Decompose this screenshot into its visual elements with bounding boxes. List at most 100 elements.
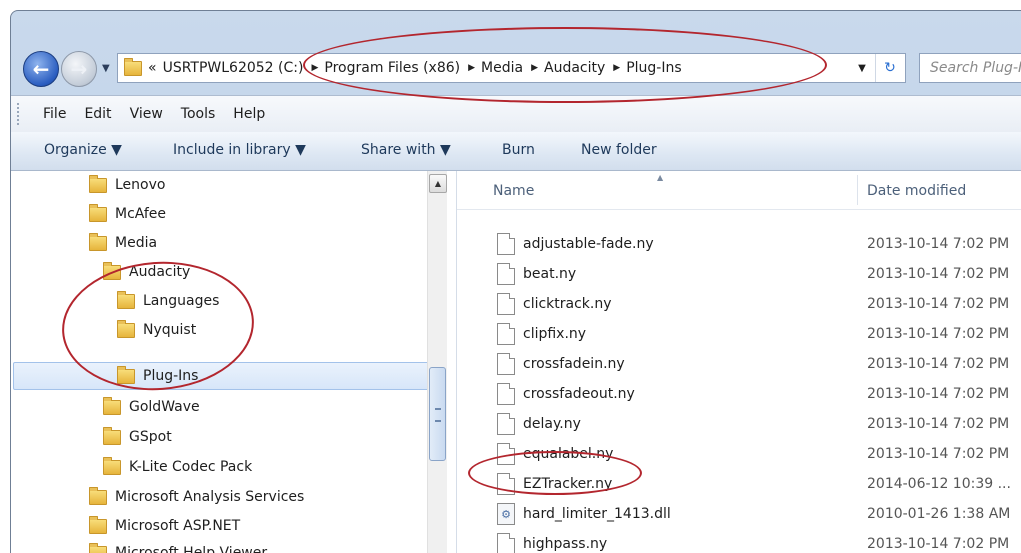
tree-item-microsoft-help-viewer[interactable]: Microsoft Help Viewer — [89, 539, 267, 553]
file-row[interactable]: delay.ny2013-10-14 7:02 PM — [457, 409, 1021, 439]
navigation-scrollbar[interactable]: ▲ — [427, 171, 447, 553]
menu-edit[interactable]: Edit — [84, 106, 111, 122]
file-date: 2013-10-14 7:02 PM — [867, 326, 1009, 342]
breadcrumb-chevron-icon[interactable]: ▶ — [531, 63, 538, 73]
address-bar[interactable]: « USRTPWL62052 (C:) ▶ Program Files (x86… — [117, 53, 906, 83]
folder-icon — [89, 490, 107, 505]
file-row[interactable]: highpass.ny2013-10-14 7:02 PM — [457, 529, 1021, 553]
menu-view[interactable]: View — [130, 106, 163, 122]
forward-arrow-icon: → — [71, 57, 88, 81]
file-row[interactable]: crossfadein.ny2013-10-14 7:02 PM — [457, 349, 1021, 379]
breadcrumb-plug-ins[interactable]: Plug-Ins — [626, 60, 681, 76]
command-bar: Organize ▼ Include in library ▼ Share wi… — [11, 132, 1021, 171]
breadcrumb-chevron-icon[interactable]: ▶ — [468, 63, 475, 73]
folder-icon — [117, 294, 135, 309]
text-file-icon — [497, 383, 515, 405]
recent-pages-dropdown-icon[interactable]: ▼ — [102, 63, 110, 74]
file-name: hard_limiter_1413.dll — [523, 506, 671, 522]
file-date: 2014-06-12 10:39 ... — [867, 476, 1011, 492]
file-name: highpass.ny — [523, 536, 607, 552]
burn-button[interactable]: Burn — [502, 142, 535, 158]
share-with-button[interactable]: Share with ▼ — [361, 142, 451, 158]
tree-item-goldwave[interactable]: GoldWave — [103, 393, 200, 421]
text-file-icon — [497, 263, 515, 285]
column-header-row: ▲ Name Date modified — [457, 171, 1021, 210]
breadcrumb-program-files[interactable]: Program Files (x86) — [324, 60, 460, 76]
tree-item-label: Audacity — [129, 264, 190, 280]
new-folder-button[interactable]: New folder — [581, 142, 657, 158]
breadcrumb-audacity[interactable]: Audacity — [544, 60, 605, 76]
breadcrumb-drive[interactable]: USRTPWL62052 (C:) — [163, 60, 304, 76]
file-row[interactable]: adjustable-fade.ny 2013-10-14 7:02 PM — [457, 229, 1021, 259]
tree-item-audacity[interactable]: Audacity — [103, 258, 190, 286]
menu-bar: File Edit View Tools Help — [11, 95, 1021, 133]
menu-tools[interactable]: Tools — [181, 106, 216, 122]
tree-item-mcafee[interactable]: McAfee — [89, 200, 166, 228]
tree-item-microsoft-asp-net[interactable]: Microsoft ASP.NET — [89, 512, 240, 540]
file-name: equalabel.ny — [523, 446, 613, 462]
folder-icon — [117, 369, 135, 384]
tree-item-languages[interactable]: Languages — [117, 287, 219, 315]
tree-item-nyquist[interactable]: Nyquist — [117, 316, 196, 344]
tree-item-microsoft-analysis-services[interactable]: Microsoft Analysis Services — [89, 483, 304, 511]
file-row[interactable]: clicktrack.ny 2013-10-14 7:02 PM — [457, 289, 1021, 319]
file-date: 2010-01-26 1:38 AM — [867, 506, 1010, 522]
tree-item-gspot[interactable]: GSpot — [103, 423, 172, 451]
file-name: crossfadeout.ny — [523, 386, 635, 402]
file-date: 2013-10-14 7:02 PM — [867, 446, 1009, 462]
back-button[interactable]: ← — [23, 51, 59, 87]
dll-file-icon: ⚙ — [497, 503, 515, 525]
breadcrumb-chevron-icon[interactable]: ▶ — [311, 63, 318, 73]
tree-item-media[interactable]: Media — [89, 229, 157, 257]
file-row[interactable]: equalabel.ny 2013-10-14 7:02 PM — [457, 439, 1021, 469]
tree-item-plug-ins[interactable]: Plug-Ins — [117, 362, 198, 390]
folder-icon — [103, 265, 121, 280]
scroll-up-arrow-icon[interactable]: ▲ — [429, 174, 447, 193]
folder-icon — [103, 400, 121, 415]
column-header-name[interactable]: Name — [493, 183, 534, 199]
tree-item-lenovo[interactable]: Lenovo — [89, 171, 165, 199]
file-name: clicktrack.ny — [523, 296, 612, 312]
address-dropdown-icon[interactable]: ▼ — [851, 54, 873, 82]
file-row[interactable]: crossfadeout.ny2013-10-14 7:02 PM — [457, 379, 1021, 409]
tree-item-label: Nyquist — [143, 322, 196, 338]
breadcrumb-media[interactable]: Media — [481, 60, 523, 76]
sort-ascending-icon: ▲ — [657, 173, 663, 182]
file-row[interactable]: clipfix.ny2013-10-14 7:02 PM — [457, 319, 1021, 349]
file-name: adjustable-fade.ny — [523, 236, 654, 252]
column-divider[interactable] — [857, 175, 858, 205]
file-date: 2013-10-14 7:02 PM — [867, 236, 1009, 252]
file-date: 2013-10-14 7:02 PM — [867, 296, 1009, 312]
scrollbar-thumb[interactable] — [429, 367, 446, 461]
text-file-icon — [497, 413, 515, 435]
breadcrumb-overflow[interactable]: « — [148, 60, 157, 76]
folder-icon — [89, 207, 107, 222]
text-file-icon — [497, 473, 515, 495]
file-row[interactable]: beat.ny2013-10-14 7:02 PM — [457, 259, 1021, 289]
folder-icon — [117, 323, 135, 338]
menu-help[interactable]: Help — [233, 106, 265, 122]
forward-button[interactable]: → — [61, 51, 97, 87]
file-name: crossfadein.ny — [523, 356, 625, 372]
text-file-icon — [497, 353, 515, 375]
folder-icon — [89, 519, 107, 534]
explorer-window: ← → ▼ « USRTPWL62052 (C:) ▶ Program File… — [10, 10, 1021, 553]
search-input[interactable]: Search Plug-Ins — [919, 53, 1021, 83]
menu-file[interactable]: File — [43, 106, 66, 122]
breadcrumb-chevron-icon[interactable]: ▶ — [613, 63, 620, 73]
tree-item-label: K-Lite Codec Pack — [129, 459, 252, 475]
include-in-library-button[interactable]: Include in library ▼ — [173, 142, 306, 158]
refresh-icon[interactable]: ↻ — [875, 54, 904, 82]
tree-item-k-lite-codec-pack[interactable]: K-Lite Codec Pack — [103, 453, 252, 481]
file-row[interactable]: ⚙ hard_limiter_1413.dll 2010-01-26 1:38 AM — [457, 499, 1021, 529]
text-file-icon — [497, 323, 515, 345]
address-row: ← → ▼ « USRTPWL62052 (C:) ▶ Program File… — [11, 11, 1021, 95]
folder-icon — [89, 236, 107, 251]
text-file-icon — [497, 443, 515, 465]
tree-item-label: Microsoft Analysis Services — [115, 489, 304, 505]
folder-icon — [103, 430, 121, 445]
file-row[interactable]: EZTracker.ny2014-06-12 10:39 ... — [457, 469, 1021, 499]
folder-icon — [89, 178, 107, 193]
organize-button[interactable]: Organize ▼ — [44, 142, 122, 158]
column-header-date-modified[interactable]: Date modified — [867, 183, 966, 199]
